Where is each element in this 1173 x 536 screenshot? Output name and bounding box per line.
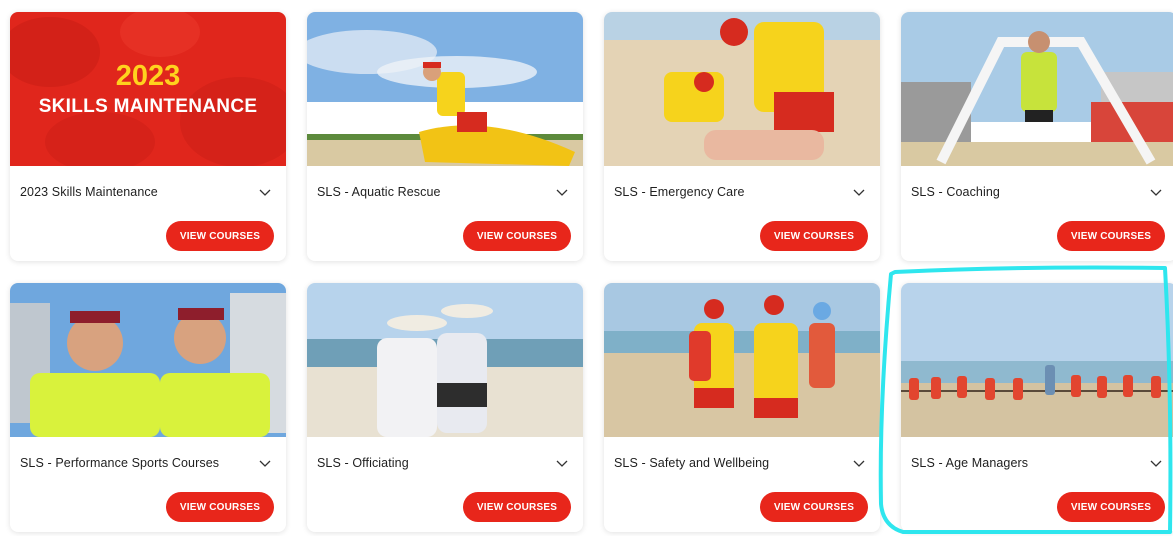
course-card-officiating[interactable]: SLS - Officiating VIEW COURSES [307,283,583,532]
course-title: SLS - Aquatic Rescue [317,185,441,199]
card-header[interactable]: SLS - Safety and Wellbeing [614,453,866,473]
course-title: 2023 Skills Maintenance [20,185,158,199]
card-header[interactable]: 2023 Skills Maintenance [20,182,272,202]
view-courses-button[interactable]: VIEW COURSES [166,221,274,251]
view-courses-button[interactable]: VIEW COURSES [166,492,274,522]
banner-heading: SKILLS MAINTENANCE [38,96,258,117]
chevron-down-icon[interactable] [555,458,569,468]
course-card-skills-maintenance[interactable]: 2023 SKILLS MAINTENANCE 2023 Skills Main… [10,12,286,261]
card-header[interactable]: SLS - Age Managers [911,453,1163,473]
card-header[interactable]: SLS - Aquatic Rescue [317,182,569,202]
chevron-down-icon[interactable] [852,458,866,468]
view-courses-button[interactable]: VIEW COURSES [1057,492,1165,522]
officiating-photo[interactable] [307,283,583,437]
view-courses-button[interactable]: VIEW COURSES [760,492,868,522]
course-title: SLS - Safety and Wellbeing [614,456,770,470]
course-title: SLS - Officiating [317,456,409,470]
card-header[interactable]: SLS - Emergency Care [614,182,866,202]
view-courses-button[interactable]: VIEW COURSES [463,221,571,251]
view-courses-button[interactable]: VIEW COURSES [463,492,571,522]
course-title: SLS - Emergency Care [614,185,745,199]
view-courses-button[interactable]: VIEW COURSES [760,221,868,251]
banner-year: 2023 [115,60,181,92]
course-card-coaching[interactable]: SLS - Coaching VIEW COURSES [901,12,1173,261]
view-courses-button[interactable]: VIEW COURSES [1057,221,1165,251]
card-header[interactable]: SLS - Coaching [911,182,1163,202]
course-card-age-managers[interactable]: SLS - Age Managers VIEW COURSES [901,283,1173,532]
coaching-photo[interactable] [901,12,1173,166]
chevron-down-icon[interactable] [1149,458,1163,468]
safety-wellbeing-photo[interactable] [604,283,880,437]
card-header[interactable]: SLS - Officiating [317,453,569,473]
chevron-down-icon[interactable] [258,458,272,468]
course-title: SLS - Coaching [911,185,1000,199]
course-card-safety-wellbeing[interactable]: SLS - Safety and Wellbeing VIEW COURSES [604,283,880,532]
aquatic-rescue-photo[interactable] [307,12,583,166]
chevron-down-icon[interactable] [258,187,272,197]
course-card-performance-sports[interactable]: SLS - Performance Sports Courses VIEW CO… [10,283,286,532]
performance-sports-photo[interactable] [10,283,286,437]
chevron-down-icon[interactable] [555,187,569,197]
age-managers-photo[interactable] [901,283,1173,437]
course-title: SLS - Age Managers [911,456,1029,470]
emergency-care-photo[interactable] [604,12,880,166]
course-card-emergency-care[interactable]: SLS - Emergency Care VIEW COURSES [604,12,880,261]
course-grid: 2023 SKILLS MAINTENANCE 2023 Skills Main… [0,0,1173,536]
chevron-down-icon[interactable] [1149,187,1163,197]
card-header[interactable]: SLS - Performance Sports Courses [20,453,272,473]
skills-maintenance-banner-image[interactable]: 2023 SKILLS MAINTENANCE [10,12,286,166]
course-title: SLS - Performance Sports Courses [20,456,220,470]
course-card-aquatic-rescue[interactable]: SLS - Aquatic Rescue VIEW COURSES [307,12,583,261]
chevron-down-icon[interactable] [852,187,866,197]
